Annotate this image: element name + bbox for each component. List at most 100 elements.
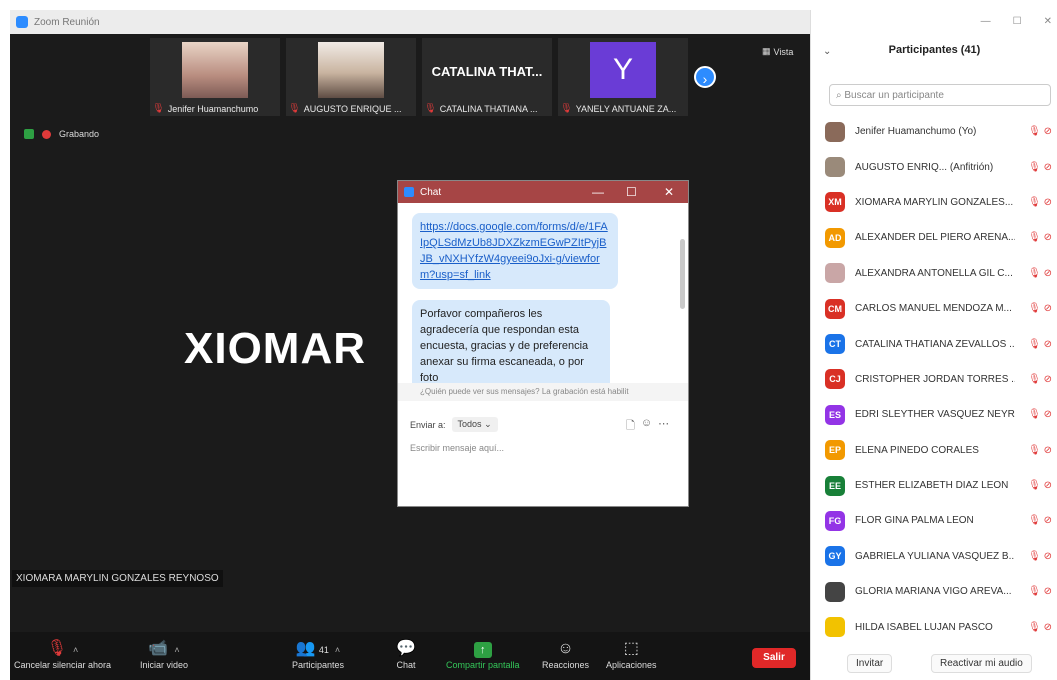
muted-mic-icon: 🎙 bbox=[560, 103, 573, 114]
participant-row[interactable]: CT CATALINA THATIANA ZEVALLOS ... 🎙 ⊘ bbox=[811, 326, 1057, 361]
avatar: CT bbox=[825, 334, 845, 355]
participant-row[interactable]: Jenifer Huamanchumo (Yo) 🎙 ⊘ bbox=[811, 114, 1057, 149]
video-label: Iniciar video bbox=[140, 660, 189, 670]
visibility-notice[interactable]: ¿Quién puede ver sus mensajes? La grabac… bbox=[398, 383, 688, 401]
muted-mic-icon: 🎙 ⊘ bbox=[1028, 373, 1052, 385]
muted-mic-icon: 🎙 ⊘ bbox=[1028, 232, 1052, 244]
avatar: AD bbox=[825, 227, 845, 248]
participant-photo bbox=[182, 42, 248, 98]
muted-mic-icon: 🎙 bbox=[288, 103, 301, 114]
shield-icon bbox=[24, 129, 34, 139]
view-button[interactable]: ▦ Vista bbox=[762, 46, 793, 57]
smiley-plus-icon: ☺ bbox=[557, 640, 574, 657]
avatar: FG bbox=[825, 510, 845, 531]
thumbnail-display-name: CATALINA THAT... bbox=[431, 64, 543, 79]
meeting-toolbar: 🎙 ˄ Cancelar silenciar ahora 📹 ˄ Iniciar v… bbox=[10, 632, 810, 680]
participant-row[interactable]: GLORIA MARIANA VIGO AREVA... 🎙 ⊘ bbox=[811, 574, 1057, 609]
form-link[interactable]: https://docs.google.com/forms/d/e/1FAIpQ… bbox=[420, 221, 608, 281]
share-screen-button[interactable]: ↑ Compartir pantalla bbox=[446, 638, 520, 670]
chat-action-icons: 🗋 ☺ ⋯ bbox=[626, 417, 669, 436]
participant-row[interactable]: EE ESTHER ELIZABETH DIAZ LEON 🎙 ⊘ bbox=[811, 468, 1057, 503]
participants-panel: — ☐ ✕ ⌄ Participantes (41) ⌕ Buscar un p… bbox=[810, 10, 1057, 680]
chat-scrollbar[interactable] bbox=[680, 239, 685, 309]
close-icon[interactable]: ✕ bbox=[1044, 16, 1052, 27]
participant-name: ALEXANDRA ANTONELLA GIL C... bbox=[855, 267, 1013, 279]
muted-mic-icon: 🎙 bbox=[46, 640, 68, 657]
leave-button[interactable]: Salir bbox=[752, 648, 796, 668]
avatar bbox=[825, 617, 845, 638]
participants-label: Participantes bbox=[292, 660, 345, 670]
avatar: XM bbox=[825, 192, 845, 213]
video-off-icon: 📹 bbox=[148, 640, 169, 657]
participants-title: Participantes (41) bbox=[888, 44, 981, 56]
participant-name: GABRIELA YULIANA VASQUEZ B... bbox=[855, 550, 1015, 562]
minimize-icon[interactable]: — bbox=[592, 185, 604, 199]
mute-button[interactable]: 🎙 ˄ Cancelar silenciar ahora bbox=[14, 638, 111, 670]
apps-button[interactable]: ⬚ Aplicaciones bbox=[606, 638, 657, 670]
participant-row[interactable]: AD ALEXANDER DEL PIERO ARENA... 🎙 ⊘ bbox=[811, 220, 1057, 255]
next-page-arrow-icon[interactable]: › bbox=[694, 66, 716, 88]
participant-row[interactable]: FG FLOR GINA PALMA LEON 🎙 ⊘ bbox=[811, 503, 1057, 538]
record-dot-icon bbox=[42, 129, 51, 139]
chat-titlebar: Chat — ☐ ✕ bbox=[398, 181, 688, 203]
participant-row[interactable]: CM CARLOS MANUEL MENDOZA M... 🎙 ⊘ bbox=[811, 291, 1057, 326]
avatar: ES bbox=[825, 404, 845, 425]
invite-button[interactable]: Invitar bbox=[847, 654, 893, 673]
participant-search-input[interactable]: ⌕ Buscar un participante bbox=[829, 84, 1051, 106]
maximize-icon[interactable]: ☐ bbox=[626, 185, 637, 199]
reactivate-audio-button[interactable]: Reactivar mi audio bbox=[931, 654, 1032, 673]
participant-photo bbox=[318, 42, 384, 98]
participants-button[interactable]: 👥 41 ˄ Participantes bbox=[292, 638, 344, 670]
video-thumbnail-strip: 🎙 Jenifer Huamanchumo 🎙 AUGUSTO ENRIQUE ..… bbox=[150, 38, 688, 118]
maximize-icon[interactable]: ☐ bbox=[1013, 16, 1022, 27]
people-icon: 👥 bbox=[295, 640, 316, 657]
chevron-down-icon: ⌄ bbox=[484, 419, 492, 429]
file-icon[interactable]: 🗋 bbox=[626, 417, 635, 436]
search-placeholder: Buscar un participante bbox=[844, 90, 944, 101]
chevron-up-icon[interactable]: ˄ bbox=[73, 645, 78, 655]
participant-row[interactable]: AUGUSTO ENRIQ... (Anfitrión) 🎙 ⊘ bbox=[811, 149, 1057, 184]
participant-row[interactable]: GY GABRIELA YULIANA VASQUEZ B... 🎙 ⊘ bbox=[811, 539, 1057, 574]
muted-mic-icon: 🎙 ⊘ bbox=[1028, 409, 1052, 421]
muted-mic-icon: 🎙 bbox=[152, 103, 165, 114]
close-icon[interactable]: ✕ bbox=[664, 185, 674, 199]
chevron-up-icon[interactable]: ˄ bbox=[174, 645, 179, 655]
chat-input[interactable]: Escribir mensaje aquí... bbox=[410, 443, 504, 453]
thumbnail-name: YANELY ANTUANE ZA... bbox=[575, 103, 677, 114]
avatar: CJ bbox=[825, 369, 845, 390]
chat-button[interactable]: 💬 Chat bbox=[396, 638, 416, 670]
top-edge bbox=[0, 0, 1057, 10]
avatar bbox=[825, 121, 845, 142]
participant-row[interactable]: EP ELENA PINEDO CORALES 🎙 ⊘ bbox=[811, 433, 1057, 468]
recording-label: Grabando bbox=[59, 129, 100, 139]
send-to-label: Enviar a: bbox=[410, 419, 446, 430]
participant-name: CARLOS MANUEL MENDOZA M... bbox=[855, 303, 1012, 315]
start-video-button[interactable]: 📹 ˄ Iniciar video bbox=[140, 638, 188, 670]
video-thumbnail[interactable]: 🎙 AUGUSTO ENRIQUE ... bbox=[286, 38, 416, 116]
chat-text-message: Porfavor compañeros les agradecería que … bbox=[412, 300, 610, 383]
participant-row[interactable]: ALEXANDRA ANTONELLA GIL C... 🎙 ⊘ bbox=[811, 256, 1057, 291]
video-thumbnail[interactable]: CATALINA THAT... 🎙 CATALINA THATIANA ... bbox=[422, 38, 552, 116]
video-thumbnail[interactable]: 🎙 Jenifer Huamanchumo bbox=[150, 38, 280, 116]
muted-mic-icon: 🎙 ⊘ bbox=[1028, 338, 1052, 350]
recording-indicator: Grabando bbox=[24, 129, 99, 139]
participant-row[interactable]: CJ CRISTOPHER JORDAN TORRES ... 🎙 ⊘ bbox=[811, 362, 1057, 397]
send-to-dropdown[interactable]: Todos ⌄ bbox=[451, 417, 498, 432]
apps-label: Aplicaciones bbox=[606, 660, 657, 670]
reactions-button[interactable]: ☺ Reacciones bbox=[542, 638, 589, 670]
avatar: EP bbox=[825, 440, 845, 461]
minimize-icon[interactable]: — bbox=[981, 16, 991, 27]
active-speaker-name: XIOMAR bbox=[184, 324, 366, 373]
participant-row[interactable]: XM XIOMARA MARYLIN GONZALES... 🎙 ⊘ bbox=[811, 185, 1057, 220]
participant-row[interactable]: HILDA ISABEL LUJAN PASCO 🎙 ⊘ bbox=[811, 609, 1057, 644]
more-icon[interactable]: ⋯ bbox=[658, 417, 669, 436]
chat-link-message[interactable]: https://docs.google.com/forms/d/e/1FAIpQ… bbox=[412, 213, 618, 289]
participant-row[interactable]: ES EDRI SLEYTHER VASQUEZ NEYRA 🎙 ⊘ bbox=[811, 397, 1057, 432]
window-controls: — ☐ ✕ bbox=[981, 16, 1052, 27]
participant-name: GLORIA MARIANA VIGO AREVA... bbox=[855, 586, 1012, 598]
emoji-icon[interactable]: ☺ bbox=[641, 417, 652, 436]
zoom-logo-icon bbox=[16, 16, 28, 28]
video-thumbnail[interactable]: Y 🎙 YANELY ANTUANE ZA... bbox=[558, 38, 688, 116]
participant-name: EDRI SLEYTHER VASQUEZ NEYRA bbox=[855, 409, 1015, 421]
chevron-up-icon[interactable]: ˄ bbox=[335, 645, 340, 655]
